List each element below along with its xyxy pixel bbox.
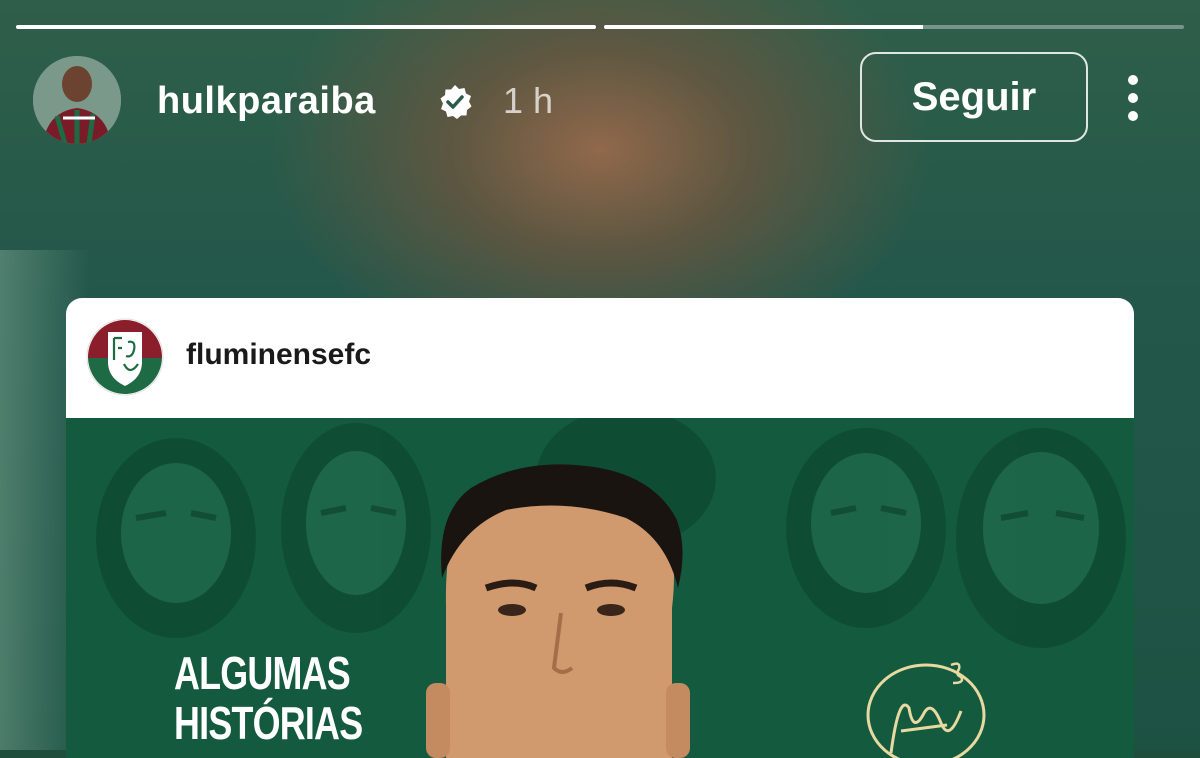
- signature-logo-icon: [866, 662, 986, 758]
- post-headline: ALGUMAS HISTÓRIAS: [174, 647, 363, 749]
- fluminense-crest-icon: [86, 318, 164, 396]
- shared-post-card[interactable]: fluminensefc ALGUMAS HISTÓRIAS: [66, 298, 1134, 758]
- story-progress-segment: [16, 25, 596, 29]
- more-options-icon[interactable]: [1118, 74, 1148, 124]
- post-time: 1 h: [503, 80, 554, 121]
- avatar-image: [33, 56, 121, 144]
- follow-button[interactable]: Seguir: [860, 52, 1088, 142]
- story-progress-segment: [604, 25, 1184, 29]
- story-progress-bars: [16, 25, 1184, 29]
- story-progress-fill: [604, 25, 923, 29]
- story-progress-fill: [16, 25, 596, 29]
- headline-line: ALGUMAS: [174, 647, 351, 699]
- story-username[interactable]: hulkparaiba: [157, 80, 376, 123]
- verified-badge-icon: [440, 85, 472, 119]
- shared-post-header: fluminensefc: [66, 298, 1134, 418]
- shared-post-image: ALGUMAS HISTÓRIAS: [66, 418, 1134, 758]
- headline-line: HISTÓRIAS: [174, 697, 363, 749]
- shared-post-account[interactable]: fluminensefc: [186, 338, 371, 372]
- profile-avatar[interactable]: [33, 56, 121, 144]
